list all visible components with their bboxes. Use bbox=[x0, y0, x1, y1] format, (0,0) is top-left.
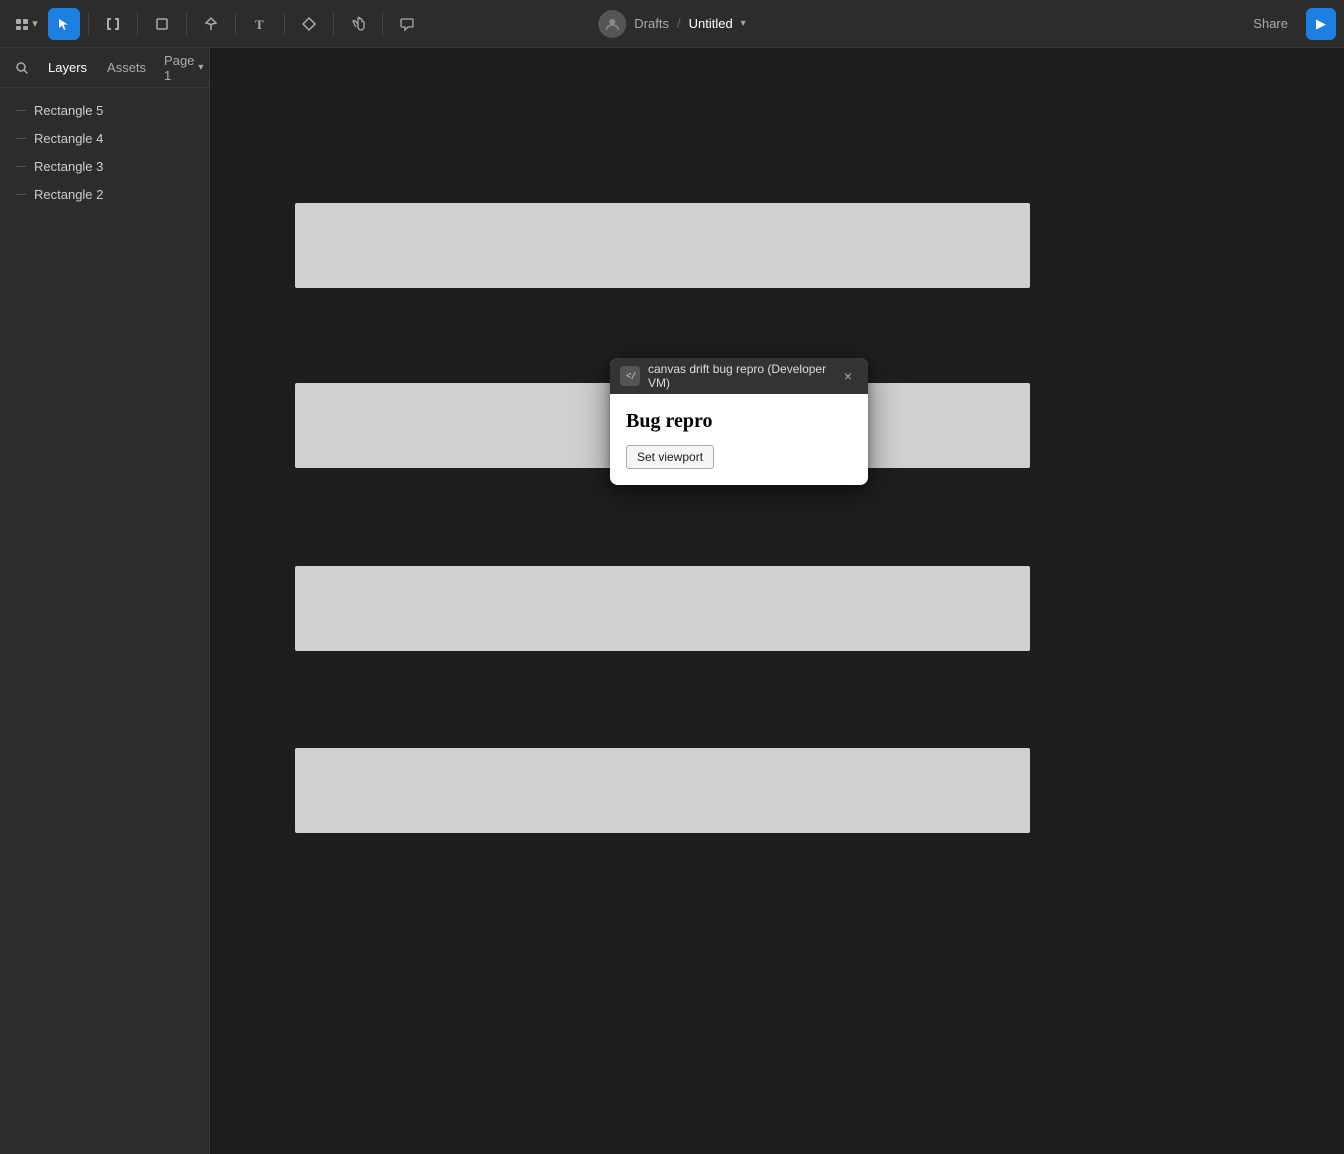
frame-tool-button[interactable] bbox=[97, 8, 129, 40]
popup-header: </ canvas drift bug repro (Developer VM)… bbox=[610, 358, 868, 394]
breadcrumb-parent[interactable]: Drafts bbox=[634, 16, 669, 31]
canvas-rectangle-1 bbox=[295, 203, 1030, 288]
shape-tool-button[interactable] bbox=[146, 8, 178, 40]
page-tab[interactable]: Page 1 ▾ bbox=[158, 49, 209, 87]
component-tool-button[interactable] bbox=[293, 8, 325, 40]
popup-icon-text: </ bbox=[625, 371, 635, 382]
canvas-area[interactable]: </ canvas drift bug repro (Developer VM)… bbox=[210, 48, 1344, 1154]
avatar bbox=[598, 10, 626, 38]
tab-layers[interactable]: Layers bbox=[40, 56, 95, 79]
popup-body: Bug repro Set viewport bbox=[610, 394, 868, 485]
page-tab-label: Page 1 bbox=[164, 53, 194, 83]
layer-dash-icon: — bbox=[16, 133, 26, 144]
toolbar-divider-1 bbox=[88, 12, 89, 36]
toolbar-divider-4 bbox=[235, 12, 236, 36]
layer-label: Rectangle 3 bbox=[34, 159, 103, 174]
popup-heading: Bug repro bbox=[626, 410, 852, 433]
toolbar-divider-6 bbox=[333, 12, 334, 36]
toolbar-left: ▾ bbox=[8, 8, 423, 40]
layers-list: — Rectangle 5 — Rectangle 4 — Rectangle … bbox=[0, 88, 209, 216]
breadcrumb: Drafts / Untitled ▾ bbox=[598, 10, 745, 38]
text-tool-button[interactable]: T bbox=[244, 8, 276, 40]
share-button[interactable]: Share bbox=[1243, 8, 1298, 40]
toolbar-divider-3 bbox=[186, 12, 187, 36]
page-chevron-icon: ▾ bbox=[198, 62, 203, 73]
canvas-rectangle-4 bbox=[295, 748, 1030, 833]
main-menu-button[interactable]: ▾ bbox=[8, 8, 44, 40]
toolbar-divider-5 bbox=[284, 12, 285, 36]
toolbar-divider-2 bbox=[137, 12, 138, 36]
main-layout: Layers Assets Page 1 ▾ — Rectangle 5 — R… bbox=[0, 48, 1344, 1154]
canvas-rectangle-3 bbox=[295, 566, 1030, 651]
layer-item-rectangle3[interactable]: — Rectangle 3 bbox=[0, 152, 209, 180]
layer-label: Rectangle 5 bbox=[34, 103, 103, 118]
select-tool-button[interactable] bbox=[48, 8, 80, 40]
layer-item-rectangle2[interactable]: — Rectangle 2 bbox=[0, 180, 209, 208]
layer-item-rectangle5[interactable]: — Rectangle 5 bbox=[0, 96, 209, 124]
layer-dash-icon: — bbox=[16, 189, 26, 200]
tab-assets[interactable]: Assets bbox=[99, 56, 154, 79]
toolbar-right: Share ▶ bbox=[1243, 8, 1336, 40]
breadcrumb-separator: / bbox=[677, 16, 681, 31]
layer-label: Rectangle 4 bbox=[34, 131, 103, 146]
popup-header-icon: </ bbox=[620, 366, 640, 386]
present-button[interactable]: ▶ bbox=[1306, 8, 1336, 40]
title-chevron-icon[interactable]: ▾ bbox=[741, 18, 746, 29]
layer-dash-icon: — bbox=[16, 105, 26, 116]
sidebar-tabs: Layers Assets Page 1 ▾ bbox=[0, 48, 209, 88]
popup-close-button[interactable]: × bbox=[838, 366, 858, 386]
svg-text:T: T bbox=[255, 17, 264, 32]
sidebar: Layers Assets Page 1 ▾ — Rectangle 5 — R… bbox=[0, 48, 210, 1154]
toolbar: ▾ bbox=[0, 0, 1344, 48]
set-viewport-button[interactable]: Set viewport bbox=[626, 445, 714, 469]
layer-label: Rectangle 2 bbox=[34, 187, 103, 202]
document-title: Untitled bbox=[689, 16, 733, 31]
layer-dash-icon: — bbox=[16, 161, 26, 172]
hand-tool-button[interactable] bbox=[342, 8, 374, 40]
comment-tool-button[interactable] bbox=[391, 8, 423, 40]
pen-tool-button[interactable] bbox=[195, 8, 227, 40]
popup-header-title: canvas drift bug repro (Developer VM) bbox=[648, 362, 830, 390]
popup-panel: </ canvas drift bug repro (Developer VM)… bbox=[610, 358, 868, 485]
search-icon[interactable] bbox=[8, 54, 36, 82]
close-icon: × bbox=[844, 368, 852, 384]
layer-item-rectangle4[interactable]: — Rectangle 4 bbox=[0, 124, 209, 152]
toolbar-divider-7 bbox=[382, 12, 383, 36]
